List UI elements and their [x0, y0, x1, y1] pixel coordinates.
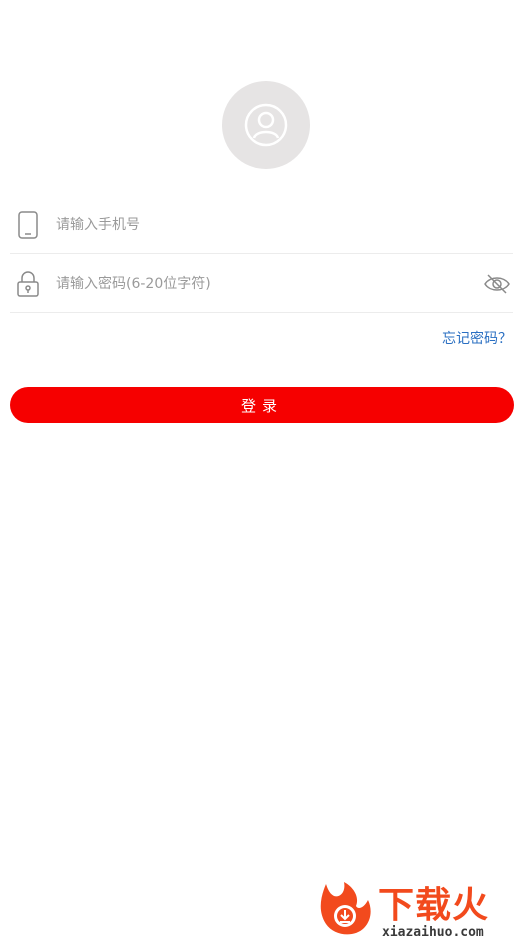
lock-icon: [13, 269, 43, 299]
phone-input[interactable]: [56, 209, 456, 240]
phone-field: [10, 196, 513, 254]
avatar: [222, 81, 310, 169]
eye-hidden-icon[interactable]: [483, 271, 511, 297]
login-button[interactable]: 登录: [10, 387, 514, 423]
watermark-url: xiazaihuo.com: [382, 925, 484, 940]
forgot-password-link[interactable]: 忘记密码？: [442, 328, 512, 348]
watermark: 下载火 xiazaihuo.com: [312, 874, 530, 944]
phone-icon: [13, 210, 43, 240]
flame-logo-icon: [320, 882, 371, 935]
password-input[interactable]: [56, 268, 456, 299]
password-field: [10, 255, 513, 313]
watermark-brand: 下载火: [378, 885, 490, 926]
user-avatar-icon: [244, 103, 288, 147]
